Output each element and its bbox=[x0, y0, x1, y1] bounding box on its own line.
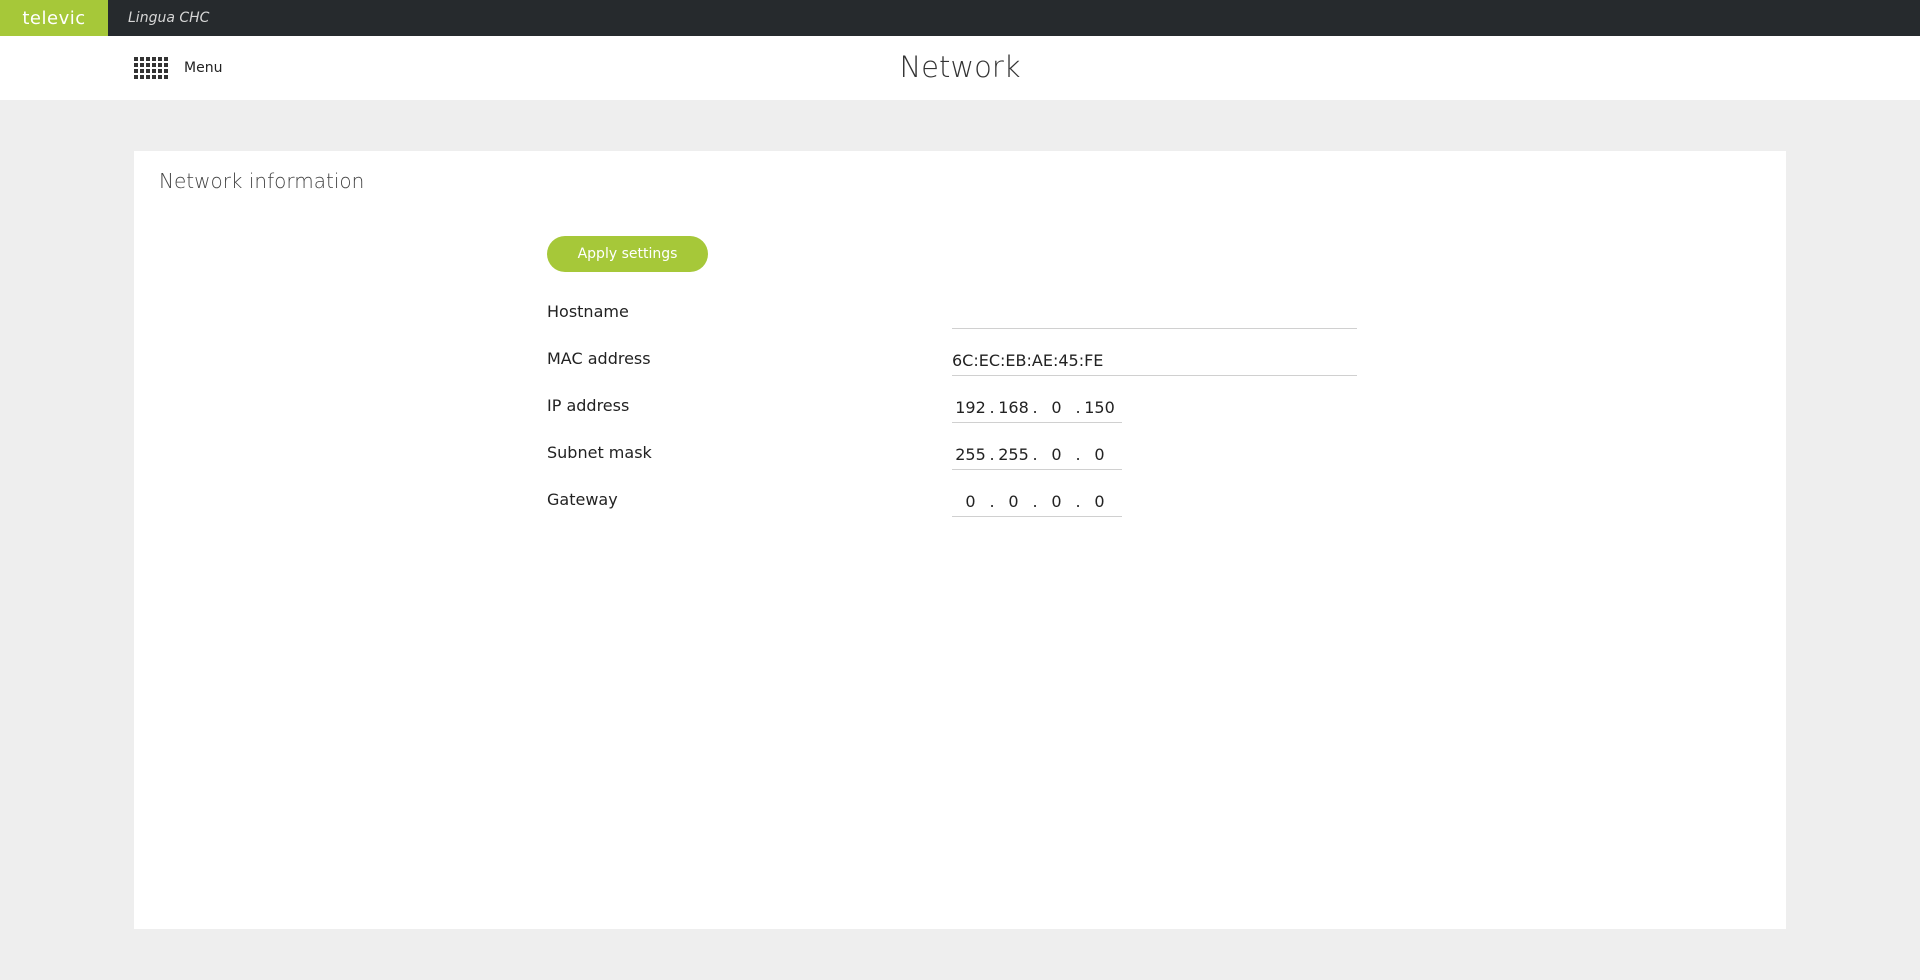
hostname-input[interactable] bbox=[952, 299, 1357, 329]
mac-address-label: MAC address bbox=[547, 349, 651, 368]
subnet-octet-3[interactable]: 0 bbox=[1038, 445, 1075, 464]
gateway-field: 0 . 0 . 0 . 0 bbox=[952, 487, 1122, 517]
gateway-label: Gateway bbox=[547, 490, 618, 509]
hostname-label: Hostname bbox=[547, 302, 629, 321]
app-name: Lingua CHC bbox=[128, 10, 210, 26]
page-title: Network bbox=[899, 50, 1021, 84]
ip-octet-4[interactable]: 150 bbox=[1081, 398, 1118, 417]
top-bar: televic Lingua CHC bbox=[0, 0, 1920, 36]
subnet-octet-4[interactable]: 0 bbox=[1081, 445, 1118, 464]
card-title: Network information bbox=[159, 169, 365, 193]
apply-settings-button[interactable]: Apply settings bbox=[547, 236, 708, 272]
page-header: Menu Network bbox=[0, 36, 1920, 100]
ip-octet-1[interactable]: 192 bbox=[952, 398, 989, 417]
ip-address-label: IP address bbox=[547, 396, 630, 415]
ip-octet-2[interactable]: 168 bbox=[995, 398, 1032, 417]
network-information-card: Network information Apply settings Hostn… bbox=[134, 151, 1786, 929]
subnet-mask-label: Subnet mask bbox=[547, 443, 652, 462]
subnet-octet-1[interactable]: 255 bbox=[952, 445, 989, 464]
gateway-octet-3[interactable]: 0 bbox=[1038, 492, 1075, 511]
brand-text: televic bbox=[22, 7, 86, 29]
gateway-octet-2[interactable]: 0 bbox=[995, 492, 1032, 511]
gateway-octet-1[interactable]: 0 bbox=[952, 492, 989, 511]
televic-logo: televic bbox=[0, 0, 108, 36]
subnet-octet-2[interactable]: 255 bbox=[995, 445, 1032, 464]
mac-address-value: 6C:EC:EB:AE:45:FE bbox=[952, 346, 1357, 376]
ip-octet-3[interactable]: 0 bbox=[1038, 398, 1075, 417]
subnet-mask-field: 255 . 255 . 0 . 0 bbox=[952, 440, 1122, 470]
gateway-octet-4[interactable]: 0 bbox=[1081, 492, 1118, 511]
ip-address-field: 192 . 168 . 0 . 150 bbox=[952, 393, 1122, 423]
